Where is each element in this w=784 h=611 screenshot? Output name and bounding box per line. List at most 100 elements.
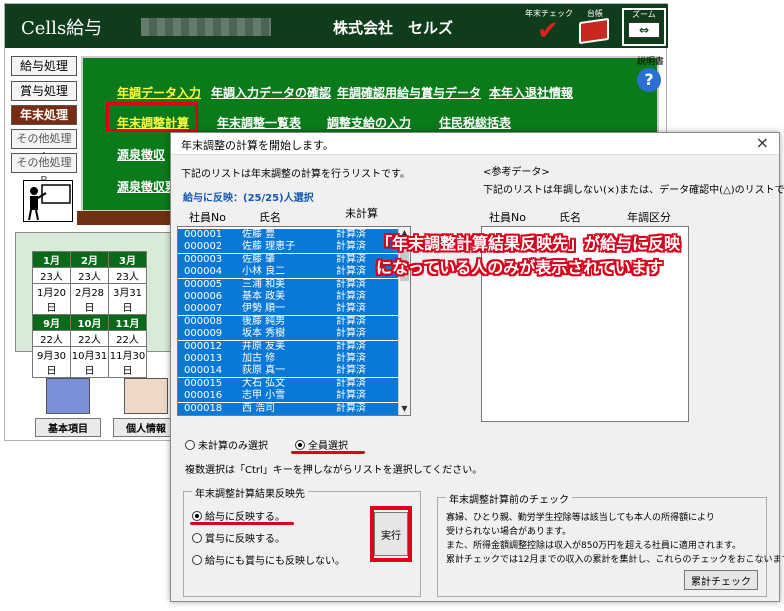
employee-name: 荻原 真一 xyxy=(242,365,286,377)
app-header: Cells給与 株式会社 セルズ 年末チェック ✔ 台帳 ズーム ⇔ xyxy=(5,4,668,48)
employee-row[interactable]: 000005 三浦 和美 計算済 xyxy=(178,278,400,291)
radio-circle xyxy=(185,440,195,450)
calendar-cell: 22人 xyxy=(108,330,147,347)
employee-id: 000016 xyxy=(184,390,223,402)
radio-uncalc-only[interactable]: 未計算のみ選択 xyxy=(185,437,268,452)
employee-name: 佐藤 豊 xyxy=(242,229,276,240)
header-name: 氏名 xyxy=(259,211,281,224)
employee-name: 佐藤 肇 xyxy=(242,253,276,265)
employee-id: 000003 xyxy=(184,253,223,265)
blurred-user-name xyxy=(141,18,271,36)
dialog-titlebar: 年末調整の計算を開始します。 × xyxy=(171,133,779,155)
employee-row[interactable]: 000018 西 浩司 計算済 xyxy=(178,402,400,415)
radio-reflect-none[interactable]: 給与にも賞与にも反映しない。 xyxy=(192,552,345,567)
zoom-button[interactable]: ズーム ⇔ xyxy=(622,8,666,46)
employee-name: 井原 友美 xyxy=(242,340,286,352)
employee-row[interactable]: 000013 加古 修 計算済 xyxy=(178,353,400,365)
employee-row[interactable]: 000003 佐藤 肇 計算済 xyxy=(178,253,400,266)
employee-row[interactable]: 000001 佐藤 豊 計算済 xyxy=(178,229,400,241)
employee-name: 大石 弘文 xyxy=(242,377,286,389)
calendar-cell: 9月 xyxy=(32,314,71,331)
employee-status: 計算済 xyxy=(336,365,366,377)
basic-items-button[interactable]: 基本項目 xyxy=(35,378,101,437)
menu-resident-tax-summary[interactable]: 住民税総括表 xyxy=(439,114,511,131)
calendar-table: 1月 2月 3月 23人 23人 23人 1月20日 2月28日 3月31日 9… xyxy=(32,251,147,378)
building-icon xyxy=(46,378,90,414)
menu-withholding[interactable]: 源泉徴収 xyxy=(117,146,165,163)
calendar-cell: 23人 xyxy=(108,267,147,284)
employee-name: 基本 政美 xyxy=(242,291,286,302)
reflect-count: 給与に反映：(25/25)人選択 xyxy=(183,193,314,204)
calendar-cell: 2月 xyxy=(70,251,109,268)
menu-year-end-input-check[interactable]: 年調入力データの確認 xyxy=(211,84,331,101)
calendar-cell: 10月 xyxy=(70,314,109,331)
calendar-cell: 23人 xyxy=(32,267,71,284)
highlight-underline-select-all xyxy=(291,451,365,454)
book-icon[interactable] xyxy=(579,17,609,45)
scroll-down-icon[interactable]: ▼ xyxy=(399,403,410,415)
teacher-illustration-icon xyxy=(23,180,73,222)
sidebar-item-payroll[interactable]: 給与処理 xyxy=(11,56,77,76)
sidebar-item-year-end[interactable]: 年末処理 xyxy=(11,105,77,125)
employee-name: 加古 修 xyxy=(242,353,276,364)
cumulative-check-button[interactable]: 累計チェック xyxy=(684,570,758,590)
radio-uncalc-only-label: 未計算のみ選択 xyxy=(198,441,268,452)
employee-name: 小林 良二 xyxy=(242,266,286,278)
employee-row[interactable]: 000016 志甲 小雪 計算済 xyxy=(178,390,400,403)
menu-adjust-pay-input[interactable]: 調整支給の入力 xyxy=(327,114,411,131)
employee-row[interactable]: 000009 坂本 秀樹 計算済 xyxy=(178,328,400,341)
checkmark-icon[interactable]: ✔ xyxy=(537,18,559,44)
employee-row[interactable]: 000015 大石 弘文 計算済 xyxy=(178,377,400,390)
radio-circle-selected xyxy=(192,511,202,521)
menu-year-end-list[interactable]: 年末調整一覧表 xyxy=(217,114,301,131)
menu-salary-bonus-data[interactable]: 年調確認用給与賞与データ xyxy=(337,84,481,101)
employee-row[interactable]: 000012 井原 友美 計算済 xyxy=(178,340,400,353)
employee-status: 計算済 xyxy=(336,353,366,364)
divider-bar xyxy=(77,211,177,225)
menu-join-leave-info[interactable]: 本年入退社情報 xyxy=(489,84,573,101)
employee-status: 計算済 xyxy=(336,291,366,302)
multi-select-note: 複数選択は「Ctrl」キーを押しながらリストを選択してください。 xyxy=(185,465,483,476)
employee-row[interactable]: 000006 基本 政美 計算済 xyxy=(178,291,400,303)
help-icon[interactable]: ? xyxy=(637,68,661,92)
basic-items-label: 基本項目 xyxy=(35,418,101,437)
callout-annotation: 「年末調整計算結果反映先」が給与に反映 になっている人のみが表示されています xyxy=(376,232,766,280)
employee-status: 計算済 xyxy=(336,241,366,253)
header-status: 未計算 xyxy=(345,207,378,220)
employee-id: 000002 xyxy=(184,241,223,253)
dialog-title: 年末調整の計算を開始します。 xyxy=(181,139,334,152)
menu-year-end-data-input[interactable]: 年調データ入力 xyxy=(117,84,201,101)
close-icon[interactable]: × xyxy=(756,133,769,152)
employee-row[interactable]: 000004 小林 良二 計算済 xyxy=(178,266,400,279)
check-line-3: また、所得金額調整控除は収入が850万円を超える社員に適用されます。 xyxy=(446,541,742,551)
highlight-year-end-calc xyxy=(106,102,198,132)
radio-select-all[interactable]: 全員選択 xyxy=(295,437,348,452)
employee-row[interactable]: 000007 伊勢 順一 計算済 xyxy=(178,303,400,316)
employee-status: 計算済 xyxy=(336,266,366,278)
employee-status: 計算済 xyxy=(336,328,366,340)
sidebar-item-other-a[interactable]: その他処理 A xyxy=(11,129,77,163)
employee-id: 000018 xyxy=(184,402,223,414)
employee-id: 000014 xyxy=(184,365,223,377)
sidebar-item-bonus[interactable]: 賞与処理 xyxy=(11,81,77,101)
employee-row[interactable]: 000014 荻原 真一 計算済 xyxy=(178,365,400,378)
calendar-cell: 11月30日 xyxy=(108,346,147,378)
radio-reflect-bonus[interactable]: 賞与に反映する。 xyxy=(192,530,285,545)
check-line-4: 累計チェックでは12月までの収入の累計を集計し、これらのチェックをおこないます。 xyxy=(446,555,784,565)
radio-reflect-none-label: 給与にも賞与にも反映しない。 xyxy=(205,556,345,567)
employee-name: 三浦 和美 xyxy=(242,278,286,290)
calendar-cell: 2月28日 xyxy=(70,283,109,315)
employee-name: 伊勢 順一 xyxy=(242,303,286,315)
schedule-calendar: 1月 2月 3月 23人 23人 23人 1月20日 2月28日 3月31日 9… xyxy=(15,232,179,378)
calendar-cell: 23人 xyxy=(70,267,109,284)
employee-id: 000015 xyxy=(184,377,223,389)
menu-withholding-slip[interactable]: 源泉徴収票 xyxy=(117,178,177,195)
sidebar-item-other-b[interactable]: その他処理 B xyxy=(11,153,77,187)
calendar-cell: 1月20日 xyxy=(32,283,71,315)
check-group-title: 年末調整計算前のチェック xyxy=(446,491,572,506)
radio-reflect-salary[interactable]: 給与に反映する。 xyxy=(192,508,285,523)
zoom-arrows-icon: ⇔ xyxy=(628,22,660,38)
help-label: 説明書 xyxy=(637,57,665,67)
employee-row[interactable]: 000002 佐藤 理恵子 計算済 xyxy=(178,241,400,254)
employee-row[interactable]: 000008 後藤 純男 計算済 xyxy=(178,315,400,328)
